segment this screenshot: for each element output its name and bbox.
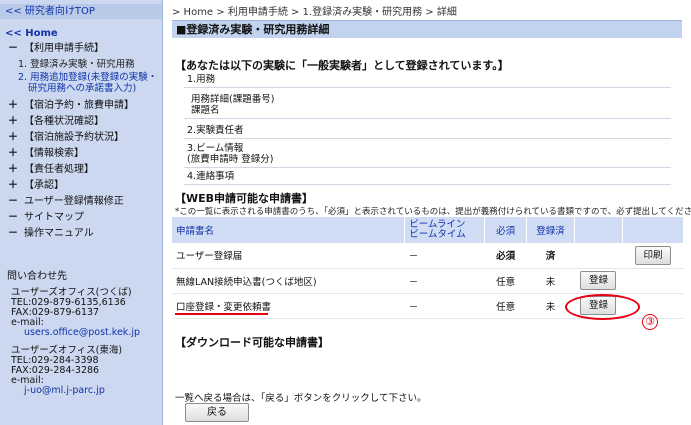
menu-label: サイトマップ bbox=[24, 212, 84, 223]
header-registered: 登録済 bbox=[526, 217, 575, 243]
collapse-icon: － bbox=[8, 43, 18, 54]
row-print-cell bbox=[622, 268, 684, 294]
table-row: 無線LAN接続申込書(つくば地区) － 任意 未 登録 bbox=[172, 268, 684, 294]
registration-notice: 【あなたは以下の実験に「一般実験者」として登録されています。】 bbox=[175, 59, 509, 72]
sidebar: << 研究者向けTOP << Home － 【利用申請手続】 1. 登録済み実験・… bbox=[0, 0, 163, 425]
row-action bbox=[574, 243, 623, 269]
expand-icon: ＋ bbox=[8, 164, 18, 175]
menu-sitemap[interactable]: － サイトマップ bbox=[8, 212, 160, 224]
home-link[interactable]: << Home bbox=[5, 28, 58, 39]
row-print-cell: 印刷 bbox=[622, 243, 684, 269]
expand-icon: ＋ bbox=[8, 148, 18, 159]
row-beam: － bbox=[404, 268, 485, 294]
web-section-note: *この一覧に表示される申請書のうち、「必須」と表示されているものは、提出が義務付… bbox=[175, 207, 691, 217]
researcher-top-link[interactable]: << 研究者向けTOP bbox=[0, 4, 162, 19]
office1-email[interactable]: users.office@post.kek.jp bbox=[24, 327, 140, 338]
table-row: ユーザー登録届 － 必須 済 印刷 bbox=[172, 243, 684, 269]
sidebar-item-label: 研究用務への承諾書入力) bbox=[28, 83, 137, 94]
menu-label: 【承認】 bbox=[24, 180, 64, 191]
header-print bbox=[622, 217, 685, 243]
page-title: ■登録済み実験・研究用務詳細 bbox=[172, 20, 682, 38]
print-button[interactable]: 印刷 bbox=[634, 245, 671, 265]
row-required: 任意 bbox=[484, 268, 527, 294]
step-number-badge: ③ bbox=[642, 314, 658, 330]
menu-label: 【宿泊施設予約状況】 bbox=[24, 132, 124, 143]
menu-label: 【利用申請手続】 bbox=[24, 43, 104, 54]
highlight-ellipse bbox=[565, 294, 640, 320]
info-label-contact: 4.連絡事項 bbox=[184, 167, 671, 185]
info-row: 用務詳細(課題番号) 課題名 bbox=[184, 87, 671, 119]
menu-lodging-travel[interactable]: ＋ 【宿泊予約・旅費申請】 bbox=[8, 100, 160, 112]
expand-icon: ＋ bbox=[8, 116, 18, 127]
header-name: 申請書名 bbox=[172, 217, 406, 243]
contact-title: 問い合わせ先 bbox=[7, 271, 67, 282]
header-required: 必須 bbox=[484, 217, 528, 243]
row-required: 任意 bbox=[484, 293, 527, 319]
info-row: 2.実験責任者 bbox=[184, 118, 671, 139]
sidebar-item-label: 2. 用務追加登録(未登録の実験・ bbox=[18, 72, 158, 83]
header-beam-line2: ビームタイム bbox=[409, 229, 466, 240]
menu-label: 【責任者処理】 bbox=[24, 164, 94, 175]
back-instruction: 一覧へ戻る場合は、「戻る」ボタンをクリックして下さい。 bbox=[175, 393, 427, 404]
expand-icon: ＋ bbox=[8, 180, 18, 191]
menu-info-search[interactable]: ＋ 【情報検索】 bbox=[8, 148, 160, 160]
dash-icon: － bbox=[8, 196, 18, 207]
info-label-detail: 用務詳細(課題番号) 課題名 bbox=[184, 87, 671, 119]
dash-icon: － bbox=[8, 212, 18, 223]
download-section-title: 【ダウンロード可能な申請書】 bbox=[175, 336, 329, 349]
expand-icon: ＋ bbox=[8, 132, 18, 143]
header-beam: ビームライン ビームタイム bbox=[404, 217, 486, 243]
row-beam: － bbox=[404, 243, 485, 269]
row-beam: － bbox=[404, 293, 485, 319]
info-label-purpose: 1.用務 bbox=[184, 72, 671, 88]
experiment-info-table: 1.用務 用務詳細(課題番号) 課題名 2.実験責任者 3.ビーム情報 (旅費申請時… bbox=[184, 72, 671, 185]
expand-icon: ＋ bbox=[8, 100, 18, 111]
row-registered: 済 bbox=[526, 243, 575, 269]
info-row: 1.用務 bbox=[184, 72, 671, 88]
menu-manual[interactable]: － 操作マニュアル bbox=[8, 228, 160, 240]
back-button[interactable]: 戻る bbox=[185, 403, 249, 422]
office2-email[interactable]: j-uo@ml.j-parc.jp bbox=[24, 385, 105, 396]
info-row: 3.ビーム情報 (旅費申請時 登録分) bbox=[184, 138, 671, 168]
menu-user-info-edit[interactable]: － ユーザー登録情報修正 bbox=[8, 196, 160, 208]
sidebar-item-registered-experiments[interactable]: 1. 登録済み実験・研究用務 bbox=[18, 59, 135, 70]
row-name: ユーザー登録届 bbox=[172, 243, 405, 269]
highlight-underline bbox=[175, 313, 268, 315]
info-label-manager: 2.実験責任者 bbox=[184, 118, 671, 139]
info-label-beam-line1: 3.ビーム情報 bbox=[187, 143, 244, 154]
menu-label: 【宿泊予約・旅費申請】 bbox=[24, 100, 134, 111]
web-section-title: 【WEB申請可能な申請書】 bbox=[175, 192, 314, 205]
sidebar-item-add-registration[interactable]: 2. 用務追加登録(未登録の実験・ 研究用務への承諾書入力) bbox=[18, 72, 157, 94]
menu-approval[interactable]: ＋ 【承認】 bbox=[8, 180, 160, 192]
row-name: 無線LAN接続申込書(つくば地区) bbox=[172, 268, 405, 294]
info-label-detail-line2: 課題名 bbox=[191, 105, 220, 116]
header-action bbox=[574, 217, 623, 243]
dash-icon: － bbox=[8, 228, 18, 239]
info-row: 4.連絡事項 bbox=[184, 167, 671, 185]
menu-label: 【各種状況確認】 bbox=[24, 116, 104, 127]
info-label-beam: 3.ビーム情報 (旅費申請時 登録分) bbox=[184, 138, 671, 168]
menu-label: ユーザー登録情報修正 bbox=[24, 196, 124, 207]
menu-label: 操作マニュアル bbox=[24, 228, 94, 239]
info-label-detail-line1: 用務詳細(課題番号) bbox=[191, 94, 275, 105]
row-action-cell: 登録 bbox=[574, 268, 623, 294]
menu-status-check[interactable]: ＋ 【各種状況確認】 bbox=[8, 116, 160, 128]
menu-lodging-reservation-status[interactable]: ＋ 【宿泊施設予約状況】 bbox=[8, 132, 160, 144]
row-required: 必須 bbox=[484, 243, 527, 269]
breadcrumb[interactable]: > Home > 利用申請手続 > 1.登録済み実験・研究用務 > 詳細 bbox=[172, 3, 457, 18]
menu-label: 【情報検索】 bbox=[24, 148, 84, 159]
row-registered: 未 bbox=[526, 268, 575, 294]
register-wireless-lan-button[interactable]: 登録 bbox=[580, 271, 617, 290]
table-header-row: 申請書名 ビームライン ビームタイム 必須 登録済 bbox=[172, 217, 685, 243]
info-label-beam-line2: (旅費申請時 登録分) bbox=[187, 154, 274, 165]
menu-application-procedure[interactable]: － 【利用申請手続】 bbox=[8, 43, 160, 55]
menu-manager-processing[interactable]: ＋ 【責任者処理】 bbox=[8, 164, 160, 176]
